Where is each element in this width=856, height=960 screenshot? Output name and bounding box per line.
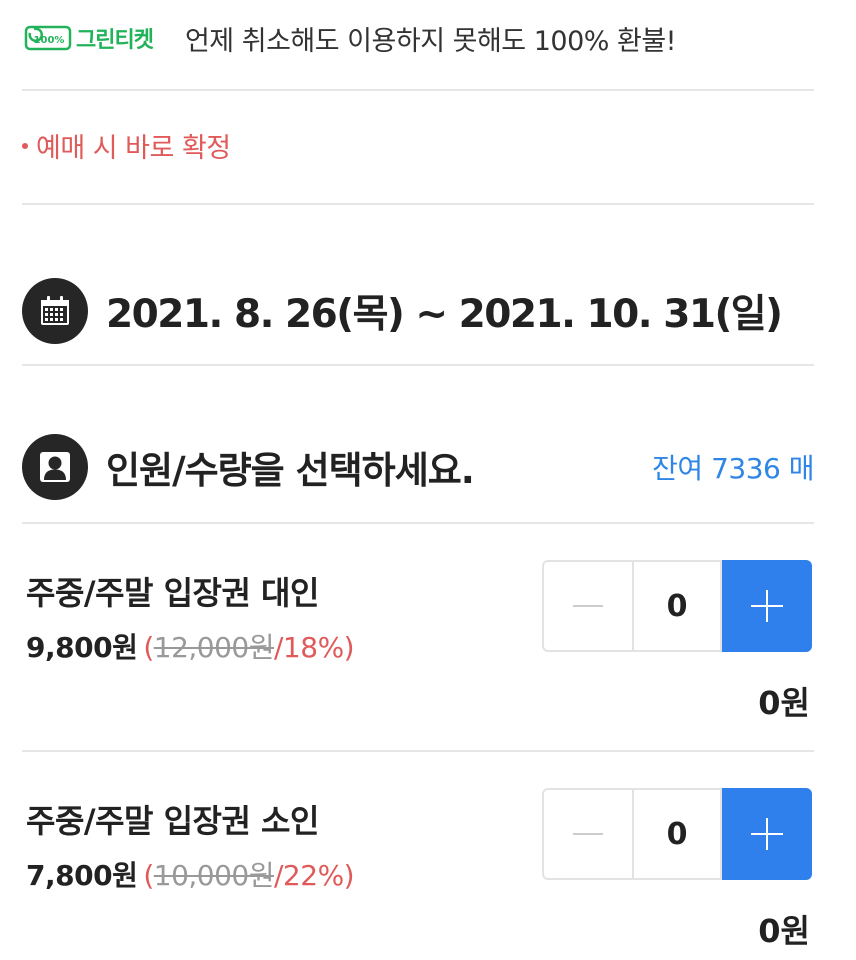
decrease-button[interactable] xyxy=(542,788,632,880)
green-ticket-logo: 100% 그린티켓 xyxy=(22,22,154,54)
quantity-header: 인원/수량을 선택하세요. 잔여 7336 매 xyxy=(22,434,814,500)
quantity-stepper: 0 xyxy=(542,788,812,880)
quantity-stepper: 0 xyxy=(542,560,812,652)
discount-rate: /18%) xyxy=(274,631,355,664)
quantity-title: 인원/수량을 선택하세요. xyxy=(106,449,475,492)
remaining-count: 잔여 7336 매 xyxy=(652,452,814,485)
period-row: 2021. 8. 26(목) ~ 2021. 10. 31(일) xyxy=(22,278,814,344)
discount-rate: /22%) xyxy=(274,859,355,892)
refund-message: 언제 취소해도 이용하지 못해도 100% 환불! xyxy=(184,25,677,57)
ticket-item-child: 주중/주말 입장권 소인 7,800원 ( 10,000원 /22%) 0 0원 xyxy=(22,788,814,956)
ticket-price: 7,800원 ( 10,000원 /22%) xyxy=(26,854,355,894)
refund-badge-icon: 100% xyxy=(24,25,72,51)
increase-button[interactable] xyxy=(722,788,812,880)
item-total: 0원 xyxy=(758,912,810,950)
increase-button[interactable] xyxy=(722,560,812,652)
divider xyxy=(22,203,814,205)
plus-icon xyxy=(751,590,783,622)
item-total: 0원 xyxy=(758,684,810,722)
sale-price: 7,800원 xyxy=(26,859,138,892)
divider xyxy=(22,750,814,752)
ticket-price: 9,800원 ( 12,000원 /18%) xyxy=(26,626,355,666)
minus-icon xyxy=(573,833,603,835)
ticket-name: 주중/주말 입장권 대인 xyxy=(26,574,319,612)
logo-text: 그린티켓 xyxy=(76,28,154,53)
notice-text: 예매 시 바로 확정 xyxy=(36,133,231,164)
original-price: 12,000원 xyxy=(153,631,275,664)
ticket-name: 주중/주말 입장권 소인 xyxy=(26,802,319,840)
divider xyxy=(22,522,814,524)
sale-price: 9,800원 xyxy=(26,631,138,664)
instant-confirm-notice: 예매 시 바로 확정 xyxy=(22,126,231,165)
plus-icon xyxy=(751,818,783,850)
green-ticket-banner: 100% 그린티켓 언제 취소해도 이용하지 못해도 100% 환불! xyxy=(22,0,814,90)
quantity-value[interactable]: 0 xyxy=(632,560,722,652)
original-price: 10,000원 xyxy=(153,859,275,892)
period-text: 2021. 8. 26(목) ~ 2021. 10. 31(일) xyxy=(106,292,783,337)
decrease-button[interactable] xyxy=(542,560,632,652)
minus-icon xyxy=(573,605,603,607)
quantity-value[interactable]: 0 xyxy=(632,788,722,880)
divider xyxy=(22,89,814,91)
bullet-dot xyxy=(22,142,28,149)
price-paren: ( xyxy=(143,631,154,664)
person-icon xyxy=(22,434,88,500)
divider xyxy=(22,364,814,366)
ticket-item-adult: 주중/주말 입장권 대인 9,800원 ( 12,000원 /18%) 0 0원 xyxy=(22,560,814,728)
badge-label: 100% xyxy=(34,35,65,46)
calendar-icon xyxy=(22,278,88,344)
price-paren: ( xyxy=(143,859,154,892)
